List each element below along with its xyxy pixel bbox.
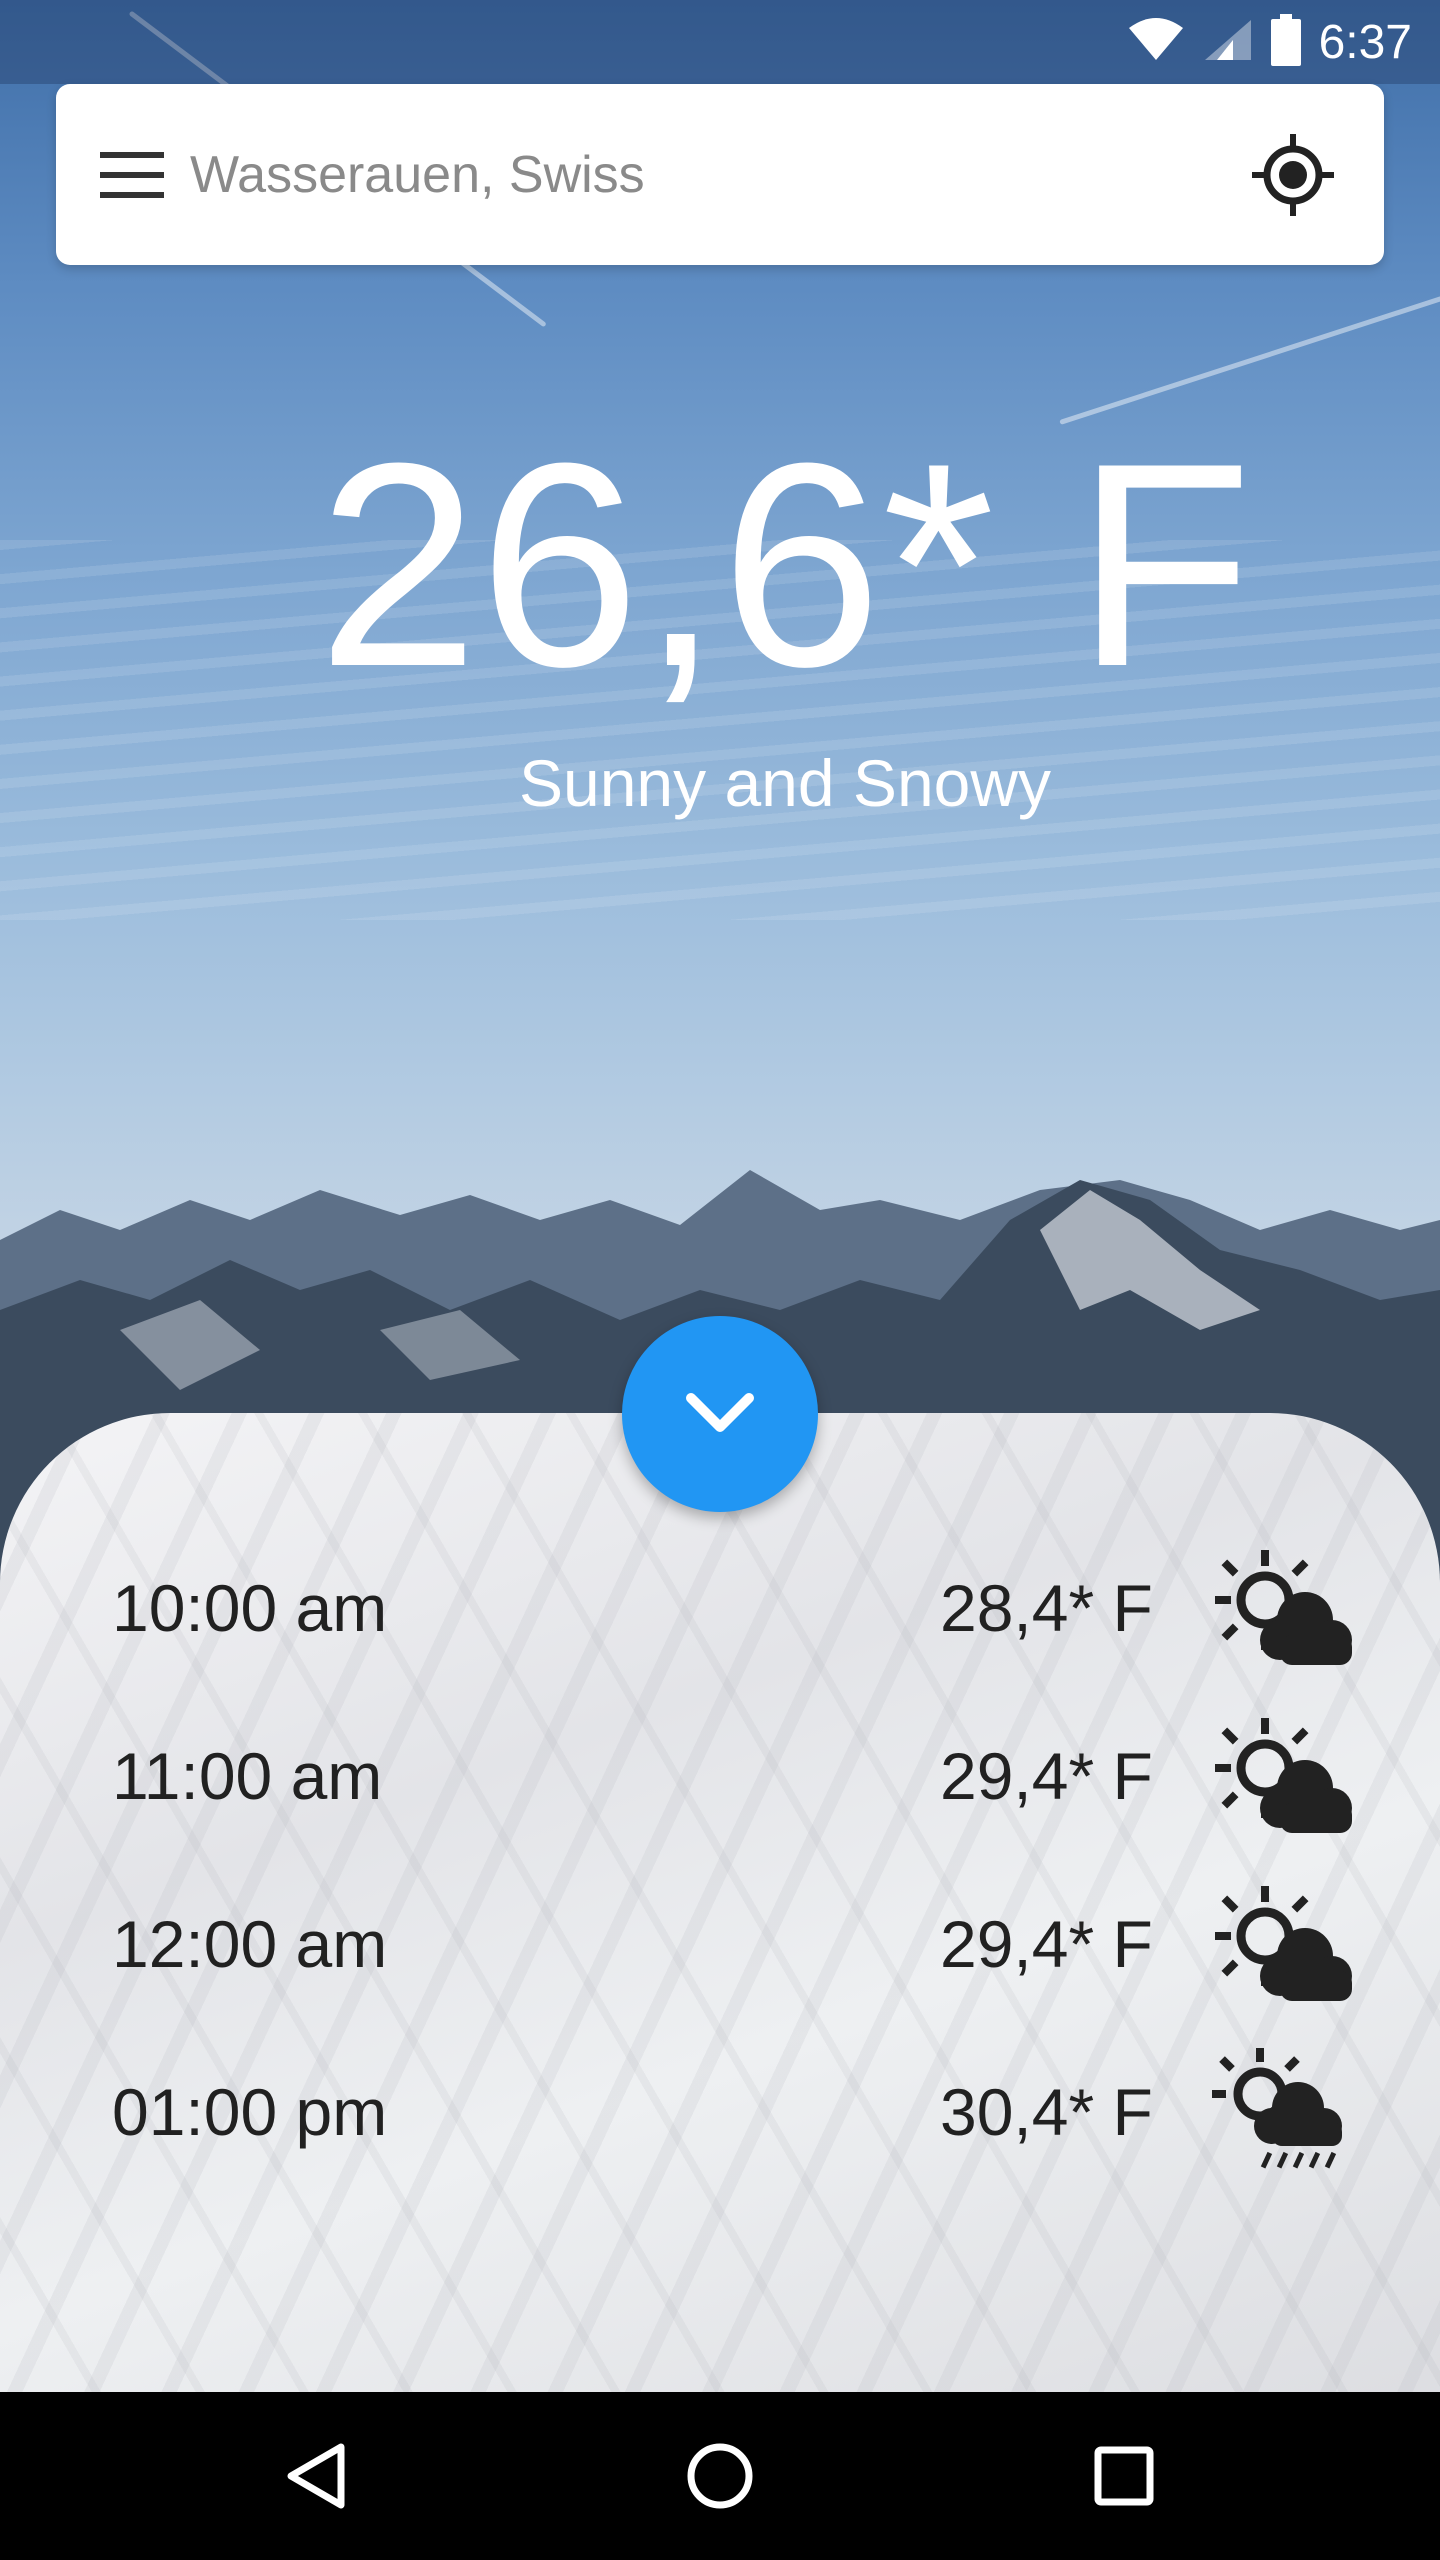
back-triangle-icon (287, 2443, 345, 2509)
gps-location-icon (1252, 134, 1334, 216)
hamburger-menu-icon (100, 152, 164, 198)
menu-button[interactable] (92, 140, 172, 210)
partly-cloudy-icon (1215, 1550, 1352, 1665)
cellular-signal-icon (1203, 18, 1253, 67)
partly-cloudy-icon (1215, 1886, 1352, 2001)
home-circle-icon (687, 2443, 753, 2509)
forecast-row: 10:00 am 28,4* F (0, 1540, 1440, 1680)
system-navigation-bar (0, 2392, 1440, 2560)
back-button[interactable] (266, 2426, 366, 2526)
forecast-temperature: 30,4* F (940, 2075, 1153, 2149)
forecast-temperature: 29,4* F (940, 1739, 1153, 1813)
search-bar (56, 84, 1384, 265)
status-icons: 6:37 (1127, 12, 1412, 72)
chevron-down-icon (686, 1393, 754, 1432)
forecast-time: 10:00 am (112, 1571, 388, 1645)
current-condition: Sunny and Snowy (518, 746, 1052, 820)
status-bar: 6:37 (0, 0, 1440, 84)
forecast-temperature: 29,4* F (940, 1907, 1153, 1981)
location-search-input[interactable] (188, 124, 1192, 226)
partly-cloudy-icon (1215, 1718, 1352, 1833)
forecast-row: 01:00 pm 30,4* F (0, 2044, 1440, 2184)
hourly-forecast-panel: 10:00 am 28,4* F 11:00 am 29,4* F 12:00 … (0, 1413, 1440, 2413)
forecast-time: 12:00 am (112, 1907, 388, 1981)
forecast-time: 11:00 am (112, 1739, 383, 1813)
forecast-temperature: 28,4* F (940, 1571, 1153, 1645)
locate-button[interactable] (1252, 134, 1334, 216)
sun-rain-icon (1212, 2048, 1342, 2169)
current-temperature: 26,6* F (317, 403, 1253, 727)
home-button[interactable] (670, 2426, 770, 2526)
forecast-row: 11:00 am 29,4* F (0, 1708, 1440, 1848)
forecast-time: 01:00 pm (112, 2075, 388, 2149)
recents-button[interactable] (1074, 2426, 1174, 2526)
battery-icon (1270, 13, 1301, 71)
wifi-icon (1127, 17, 1185, 67)
recents-square-icon (1094, 2446, 1154, 2506)
status-time: 6:37 (1318, 15, 1412, 69)
forecast-row: 12:00 am 29,4* F (0, 1876, 1440, 2016)
expand-forecast-button[interactable] (622, 1316, 818, 1512)
